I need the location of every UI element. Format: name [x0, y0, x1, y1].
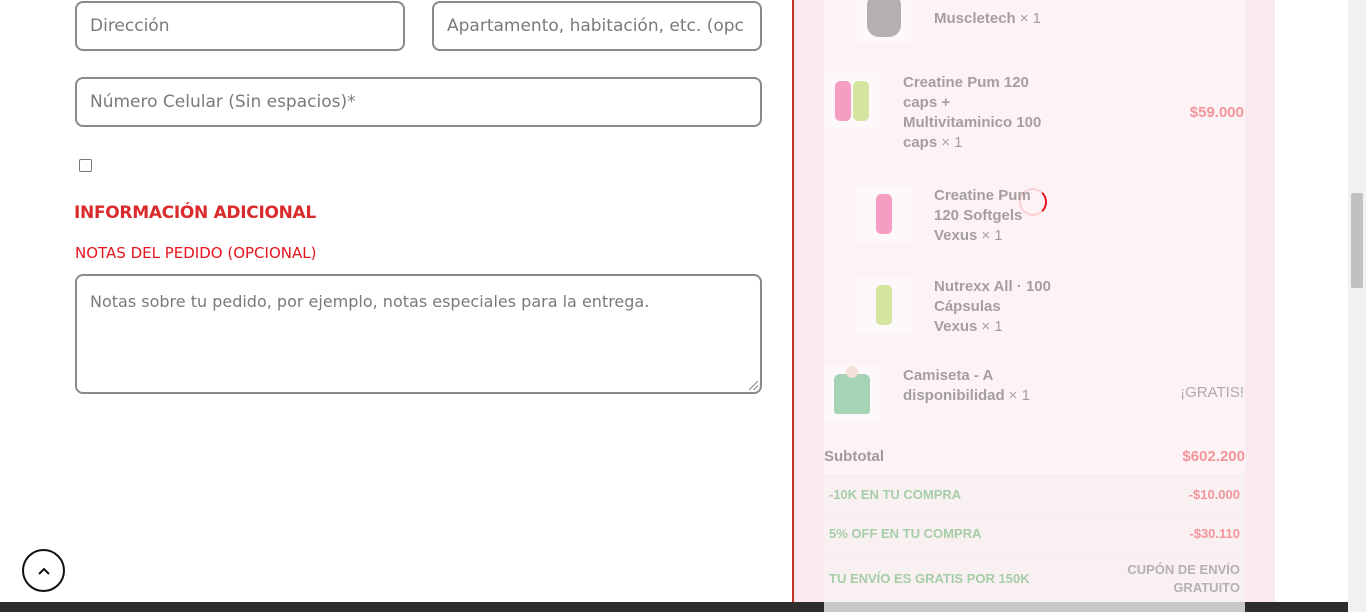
- discount-row: 5% OFF EN TU COMPRA -$30.110: [824, 514, 1245, 552]
- vertical-scrollbar[interactable]: [1348, 0, 1366, 612]
- order-notes-label: NOTAS DEL PEDIDO (OPCIONAL): [75, 244, 317, 262]
- coupon-label: 5% OFF EN TU COMPRA: [829, 526, 982, 541]
- product-image: [856, 0, 912, 43]
- product-name: Muscletech × 1: [934, 10, 1041, 27]
- coupon-label: -10K EN TU COMPRA: [829, 487, 962, 502]
- scrollbar-thumb[interactable]: [1351, 193, 1363, 288]
- product-image: [824, 73, 880, 129]
- subtotal-label: Subtotal: [824, 447, 884, 465]
- back-to-top-button[interactable]: [22, 549, 65, 592]
- order-notes-placeholder: Notas sobre tu pedido, por ejemplo, nota…: [90, 292, 650, 311]
- coupon-value: -$30.110: [1189, 526, 1240, 541]
- coupon-label: TU ENVÍO ES GRATIS POR 150K: [829, 571, 1030, 586]
- panel-divider: [792, 0, 794, 612]
- product-price: ¡GRATIS!: [1180, 384, 1244, 401]
- resize-handle-icon[interactable]: [749, 381, 758, 390]
- discount-row: TU ENVÍO ES GRATIS POR 150K CUPÓN DE ENV…: [824, 553, 1245, 603]
- address-input[interactable]: Dirección: [75, 1, 405, 51]
- coupon-value: CUPÓN DE ENVÍO GRATUITO: [1127, 561, 1240, 595]
- subtotal-value: $602.200: [1182, 447, 1245, 465]
- product-image: [824, 366, 880, 422]
- subtotal-row: Subtotal $602.200: [824, 443, 1245, 469]
- product-name: Camiseta - A disponibilidad × 1: [903, 367, 1030, 404]
- product-image: [856, 186, 912, 242]
- order-notes-textarea[interactable]: Notas sobre tu pedido, por ejemplo, nota…: [75, 274, 762, 394]
- phone-input[interactable]: Número Celular (Sin espacios)*: [75, 77, 762, 127]
- product-name: Nutrexx All · 100 Cápsulas Vexus × 1: [934, 278, 1051, 335]
- loading-spinner-icon: [1019, 188, 1047, 216]
- product-image: [856, 277, 912, 333]
- apartment-input[interactable]: Apartamento, habitación, etc. (opc: [432, 1, 762, 51]
- coupon-value: -$10.000: [1188, 487, 1240, 502]
- discount-row: -10K EN TU COMPRA -$10.000: [824, 475, 1245, 513]
- ship-different-address-checkbox[interactable]: [79, 159, 92, 172]
- place-order-bar[interactable]: [824, 602, 1245, 612]
- product-price: $59.000: [1189, 104, 1244, 121]
- chevron-up-icon: [37, 567, 50, 575]
- additional-info-heading: INFORMACIÓN ADICIONAL: [74, 203, 316, 223]
- product-name: Creatine Pum 120 caps + Multivitaminico …: [903, 74, 1042, 151]
